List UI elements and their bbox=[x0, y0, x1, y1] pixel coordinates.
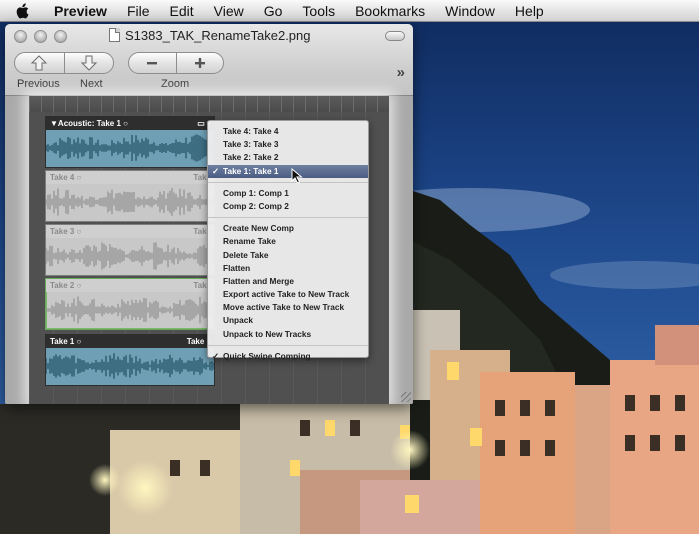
take-folder-header: ▼Acoustic: Take 1 ○ bbox=[50, 119, 128, 128]
toolbar-overflow-icon[interactable]: » bbox=[397, 64, 405, 81]
previous-label: Previous bbox=[17, 78, 60, 90]
zoom-control bbox=[128, 52, 224, 74]
menu-item-label: Export active Take to New Track bbox=[223, 289, 350, 300]
menu-item-quick-swipe-comping: ✓ Quick Swipe Comping bbox=[208, 350, 368, 363]
checkmark-icon: ✓ bbox=[212, 165, 219, 176]
menu-go[interactable]: Go bbox=[254, 0, 293, 22]
zoom-in-button[interactable] bbox=[175, 53, 224, 73]
menu-item-flatten: Flatten bbox=[208, 262, 368, 275]
menu-item-label: Comp 1: Comp 1 bbox=[223, 187, 289, 198]
waveform bbox=[46, 353, 214, 379]
menu-item-label: Flatten and Merge bbox=[223, 275, 294, 286]
menu-item-take-3: Take 3: Take 3 bbox=[208, 138, 368, 151]
menu-item-label: Flatten bbox=[223, 262, 251, 273]
minimize-button[interactable] bbox=[34, 30, 47, 43]
apple-logo-icon[interactable] bbox=[0, 0, 44, 22]
menu-item-label: Create New Comp bbox=[223, 223, 295, 234]
menu-view[interactable]: View bbox=[204, 0, 254, 22]
zoom-window-button[interactable] bbox=[54, 30, 67, 43]
menu-item-label: Take 3: Take 3 bbox=[223, 139, 279, 150]
take-label: Take 4 ○ bbox=[50, 173, 82, 182]
menu-help[interactable]: Help bbox=[505, 0, 554, 22]
menu-item-flatten-and-merge: Flatten and Merge bbox=[208, 275, 368, 288]
menu-separator bbox=[208, 217, 368, 219]
menu-bookmarks[interactable]: Bookmarks bbox=[345, 0, 435, 22]
waveform bbox=[46, 188, 214, 216]
previous-next-control bbox=[14, 52, 114, 74]
menu-window[interactable]: Window bbox=[435, 0, 505, 22]
menu-item-label: Rename Take bbox=[223, 236, 276, 247]
take-region-active: Take 1 ○ Take 1 bbox=[45, 334, 215, 386]
next-label: Next bbox=[80, 78, 103, 90]
take-label: Take 1 ○ bbox=[50, 337, 82, 346]
menu-item-take-2: Take 2: Take 2 bbox=[208, 151, 368, 164]
menu-item-comp-2: Comp 2: Comp 2 bbox=[208, 200, 368, 213]
menu-tools[interactable]: Tools bbox=[292, 0, 345, 22]
menu-item-label: Unpack bbox=[223, 315, 253, 326]
menu-edit[interactable]: Edit bbox=[160, 0, 204, 22]
menu-item-label: Take 2: Take 2 bbox=[223, 152, 279, 163]
menu-item-comp-1: Comp 1: Comp 1 bbox=[208, 187, 368, 200]
menu-item-rename-take: Rename Take bbox=[208, 235, 368, 248]
take-label: Take 3 ○ bbox=[50, 227, 82, 236]
toolbar-toggle-button[interactable] bbox=[385, 31, 405, 41]
take-folder-region: ▼Acoustic: Take 1 ○ ▭ ▾ bbox=[45, 116, 215, 168]
previous-button[interactable] bbox=[15, 53, 64, 73]
take-region: Take 3 ○ Take bbox=[45, 224, 215, 276]
timeline-ruler bbox=[29, 96, 389, 112]
checkmark-icon: ✓ bbox=[212, 350, 219, 361]
menu-item-delete-take: Delete Take bbox=[208, 249, 368, 262]
waveform bbox=[46, 296, 214, 324]
menu-item-label: Quick Swipe Comping bbox=[223, 350, 311, 361]
menu-item-create-new-comp: Create New Comp bbox=[208, 222, 368, 235]
menu-item-label: Comp 2: Comp 2 bbox=[223, 200, 289, 211]
up-arrow-icon bbox=[31, 55, 48, 71]
zoom-label: Zoom bbox=[161, 78, 190, 90]
menu-item-export-take: Export active Take to New Track bbox=[208, 288, 368, 301]
minus-icon bbox=[147, 62, 158, 65]
menu-separator bbox=[208, 181, 368, 183]
menu-item-label: Take 4: Take 4 bbox=[223, 126, 279, 136]
menu-item-take-4: Take 4: Take 4 bbox=[208, 125, 368, 138]
document-proxy-icon[interactable] bbox=[109, 28, 120, 42]
menu-bar: Preview File Edit View Go Tools Bookmark… bbox=[0, 0, 699, 22]
take-label: Take 2 ○ bbox=[50, 281, 82, 290]
take-folder-menu: Take 4: Take 4 Take 3: Take 3 Take 2: Ta… bbox=[207, 120, 369, 361]
menu-item-move-take: Move active Take to New Track bbox=[208, 301, 368, 314]
mouse-pointer-icon bbox=[291, 168, 303, 184]
close-button[interactable] bbox=[14, 30, 27, 43]
waveform bbox=[46, 134, 214, 162]
menu-item-unpack: Unpack bbox=[208, 314, 368, 327]
menu-preview[interactable]: Preview bbox=[44, 0, 117, 22]
zoom-out-button[interactable] bbox=[129, 53, 176, 73]
menu-item-label: Unpack to New Tracks bbox=[223, 328, 312, 339]
menu-file[interactable]: File bbox=[117, 0, 160, 22]
menu-item-unpack-to-new-tracks: Unpack to New Tracks bbox=[208, 328, 368, 341]
take-region: Take 2 ○ Take bbox=[45, 278, 215, 330]
next-button[interactable] bbox=[63, 53, 114, 73]
waveform bbox=[46, 242, 214, 270]
down-arrow-icon bbox=[80, 55, 97, 71]
menu-item-take-1: ✓ Take 1: Take 1 bbox=[208, 164, 368, 178]
screenshot-image: ▼Acoustic: Take 1 ○ ▭ ▾ Take 4 ○ Take Tak… bbox=[29, 96, 389, 404]
window-titlebar[interactable]: S1383_TAK_RenameTake2.png Previous Next … bbox=[5, 24, 413, 96]
window-title: S1383_TAK_RenameTake2.png bbox=[125, 28, 311, 43]
menu-item-label: Take 1: Take 1 bbox=[223, 165, 279, 176]
menu-item-label: Delete Take bbox=[223, 249, 269, 260]
take-region: Take 4 ○ Take bbox=[45, 170, 215, 222]
menu-separator bbox=[208, 344, 368, 346]
plus-icon bbox=[194, 58, 205, 68]
resize-grip-icon[interactable] bbox=[401, 392, 411, 402]
document-view[interactable]: ▼Acoustic: Take 1 ○ ▭ ▾ Take 4 ○ Take Tak… bbox=[5, 96, 413, 404]
menu-item-label: Move active Take to New Track bbox=[223, 302, 345, 313]
preview-window: S1383_TAK_RenameTake2.png Previous Next … bbox=[5, 24, 413, 404]
